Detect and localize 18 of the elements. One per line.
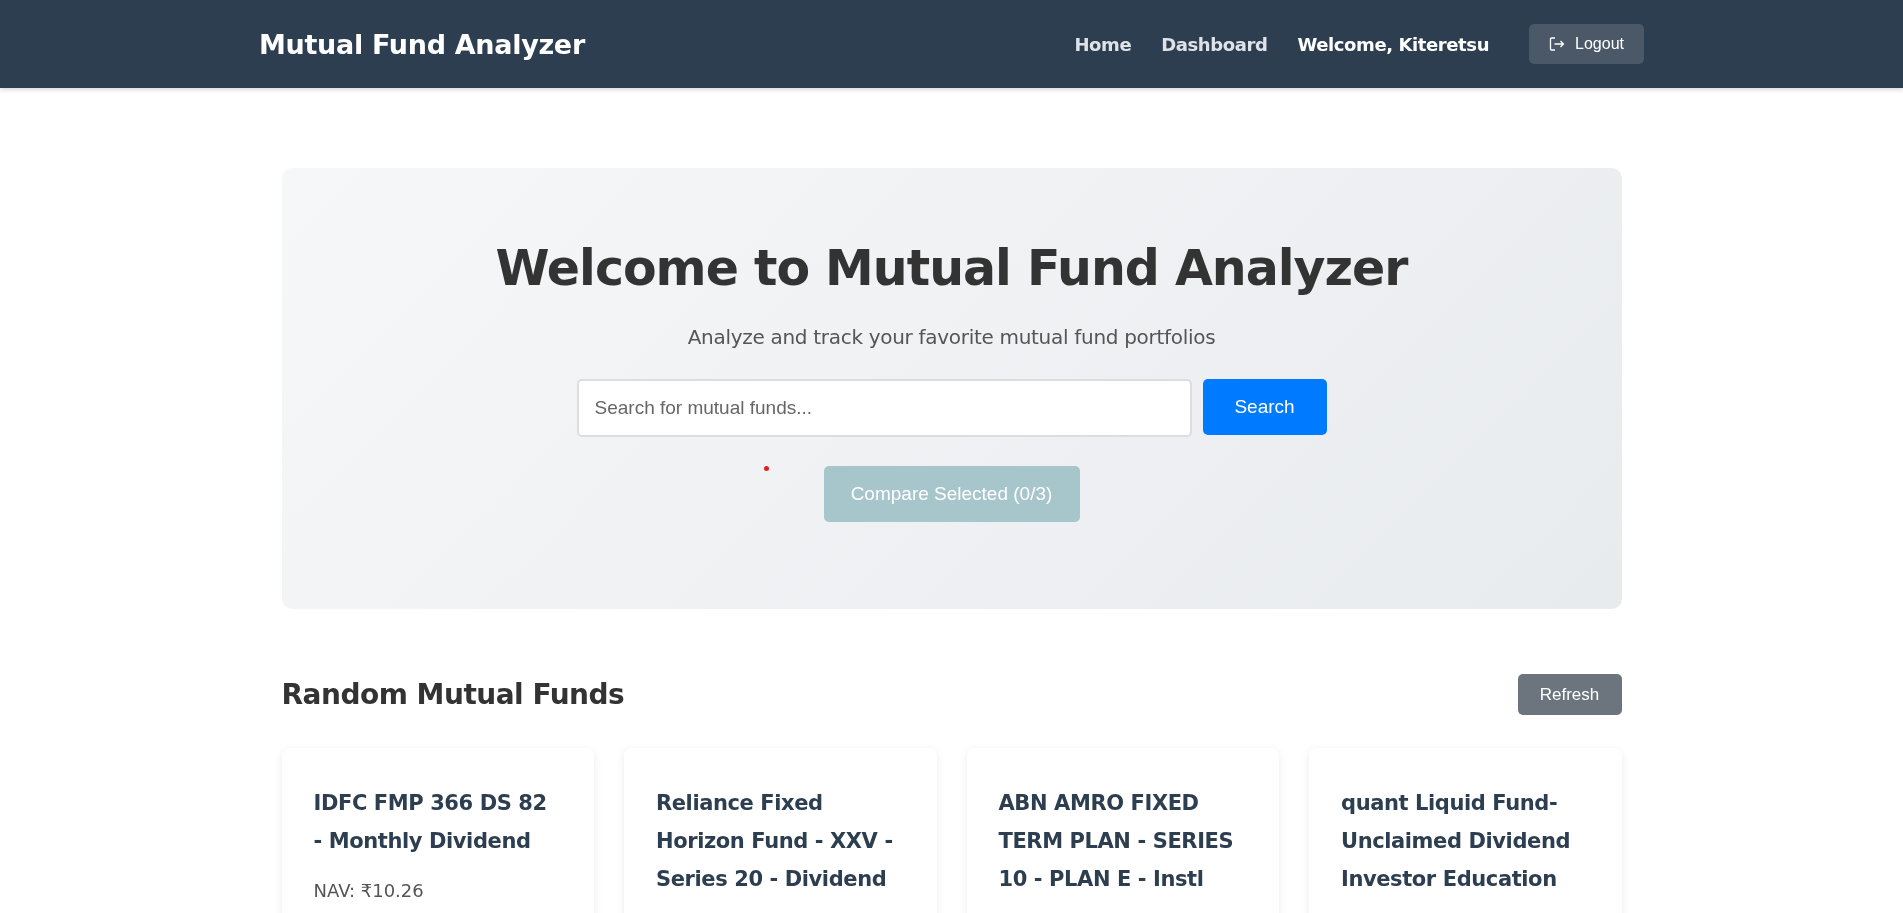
nav-link[interactable]: Dashboard [1161, 33, 1268, 55]
hero-subtitle: Analyze and track your favorite mutual fund portfolios [687, 324, 1216, 349]
search-field[interactable]: Search for mutual funds... [576, 378, 1192, 437]
nav-value: NAV: ₹10.26 [313, 880, 425, 901]
search-button[interactable]: Search [1202, 378, 1327, 435]
logout-icon [1549, 36, 1566, 52]
refresh-button[interactable]: Refresh [1517, 674, 1622, 715]
fund-name: Reliance Fixed Horizon Fund - XXV - Series 20 - Dividend [656, 790, 894, 893]
section-title: Random Mutual Funds [281, 678, 625, 711]
welcome-text: Welcome, Kiteretsu [1297, 33, 1490, 55]
nav-link[interactable]: Home [1074, 33, 1132, 55]
dot-mark [763, 465, 769, 471]
fund-name: quant Liquid Fund-Unclaimed Dividend Investor Education [1341, 790, 1572, 893]
hero-title: Welcome to Mutual Fund Analyzer [495, 240, 1408, 299]
fund-name: ABN AMRO FIXED TERM PLAN - SERIES 10 - PLAN E - Instl [998, 790, 1235, 893]
brand-link[interactable]: Mutual Fund Analyzer [259, 28, 585, 60]
logout-button[interactable]: Logout [1529, 24, 1644, 64]
fund-name: IDFC FMP 366 DS 82 - Monthly Dividend [313, 790, 548, 855]
